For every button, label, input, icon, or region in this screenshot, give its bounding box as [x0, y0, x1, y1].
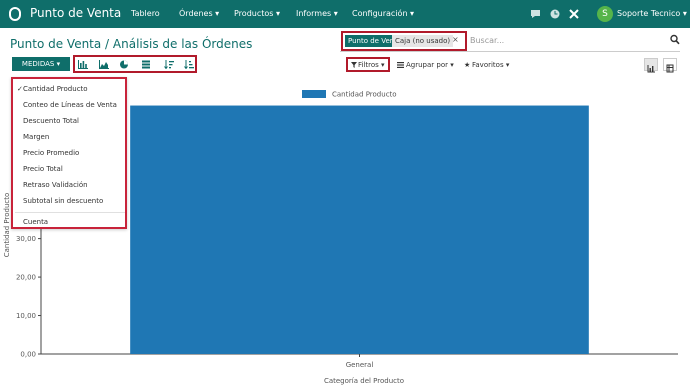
graph-view-icon [647, 65, 655, 73]
measure-option-precio-total[interactable]: Precio Total [23, 165, 63, 173]
legend-swatch [302, 90, 326, 98]
bar [130, 105, 589, 355]
y-axis-label: Cantidad Producto [3, 193, 11, 258]
legend-label: Cantidad Producto [332, 91, 397, 99]
x-axis-label: Categoría del Producto [324, 377, 404, 385]
pivot-view-button[interactable] [663, 58, 677, 73]
chart-type-buttons-highlight [73, 55, 197, 73]
chat-icon[interactable] [530, 9, 541, 19]
remove-facet-button[interactable]: × [452, 35, 459, 44]
group-by-icon [397, 62, 404, 68]
line-chart-icon[interactable] [99, 60, 109, 69]
page-title: Punto de Venta / Análisis de las Órdenes [10, 37, 253, 51]
star-icon: ★ [464, 61, 471, 69]
x-tick-label: General [346, 361, 374, 369]
menu-tablero[interactable]: Tablero [131, 9, 160, 18]
top-navbar: Punto de Venta Tablero Órdenes ▾ Product… [0, 0, 690, 28]
measure-option-conteo-lineas[interactable]: Conteo de Líneas de Venta [23, 101, 117, 109]
measure-option-precio-promedio[interactable]: Precio Promedio [23, 149, 79, 157]
measures-button[interactable]: MEDIDAS ▾ [12, 57, 70, 71]
search-facet-value: Caja (no usado) [392, 35, 454, 47]
menu-ordenes[interactable]: Órdenes ▾ [179, 9, 219, 18]
search-underline [340, 51, 680, 52]
y-tick-label: 10,00 [16, 312, 36, 320]
measure-option-cuenta[interactable]: Cuenta [23, 218, 48, 226]
sort-descending-icon[interactable] [164, 60, 174, 69]
stacked-chart-icon[interactable] [141, 60, 151, 69]
favorites-button[interactable]: Favoritos ▾ [472, 61, 509, 69]
measure-option-subtotal-sin-descuento[interactable]: Subtotal sin descuento [23, 197, 103, 205]
user-avatar[interactable]: S [597, 6, 613, 22]
checked-icon: ✓ [17, 85, 23, 93]
debug-tools-icon[interactable] [569, 9, 579, 19]
measure-option-retraso-validacion[interactable]: Retraso Validación [23, 181, 88, 189]
menu-configuracion[interactable]: Configuración ▾ [352, 9, 414, 18]
y-tick-label: 20,00 [16, 274, 36, 282]
measure-option-margen[interactable]: Margen [23, 133, 49, 141]
measure-option-descuento-total[interactable]: Descuento Total [23, 117, 79, 125]
measure-option-cantidad-producto[interactable]: Cantidad Producto [23, 85, 88, 93]
group-by-button[interactable]: Agrupar por ▾ [406, 61, 454, 69]
app-brand[interactable]: Punto de Venta [30, 6, 121, 20]
menu-productos[interactable]: Productos ▾ [234, 9, 280, 18]
y-tick-label: 0,00 [20, 351, 36, 359]
sort-ascending-icon[interactable] [184, 60, 194, 69]
bar-chart-icon[interactable] [78, 60, 88, 69]
menu-informes[interactable]: Informes ▾ [296, 9, 338, 18]
y-tick-label: 30,00 [16, 235, 36, 243]
activity-clock-icon[interactable] [550, 9, 560, 19]
app-switcher-icon[interactable] [9, 7, 21, 21]
pivot-view-icon [666, 64, 674, 73]
search-input[interactable]: Buscar... [470, 36, 504, 45]
pie-chart-icon[interactable] [119, 60, 129, 69]
measures-dropdown: ✓ Cantidad Producto Conteo de Líneas de … [11, 77, 127, 229]
graph-view-button[interactable] [644, 58, 658, 73]
menu-divider [15, 212, 125, 213]
filters-button[interactable]: Filtros ▾ [358, 61, 385, 69]
filter-icon [351, 62, 357, 68]
search-icon[interactable] [670, 34, 680, 46]
user-menu[interactable]: Soporte Tecnico ▾ [617, 9, 687, 18]
